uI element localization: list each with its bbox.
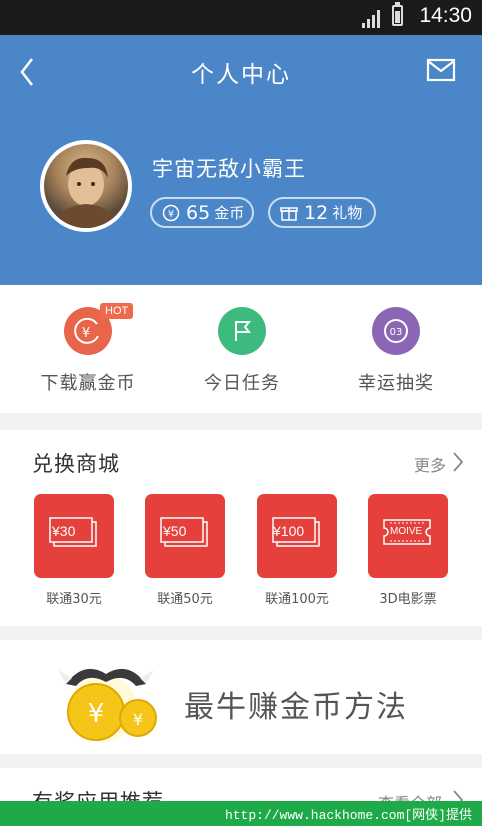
mail-icon[interactable] <box>426 57 456 83</box>
coin-balance-badge[interactable]: ¥ 65 金币 <box>150 197 254 228</box>
profile-header: 个人中心 宇宙无敌小霸王 ¥ 65 金币 12 礼物 <box>0 35 482 285</box>
signal-icon <box>362 10 380 28</box>
svg-text:¥: ¥ <box>88 699 105 729</box>
more-link[interactable]: 更多 <box>414 452 446 476</box>
action-daily-tasks[interactable]: 今日任务 <box>172 307 312 395</box>
action-label: 幸运抽奖 <box>358 373 434 394</box>
voucher-tile: ¥30 <box>34 494 114 578</box>
download-coin-icon: ¥ HOT <box>64 303 134 355</box>
shop-item-unicom-100[interactable]: ¥100 联通100元 <box>257 494 337 607</box>
action-label: 今日任务 <box>204 373 280 394</box>
item-caption: 联通50元 <box>157 592 213 607</box>
watermark-text: http://www.hackhome.com[网侠]提供 <box>224 808 472 823</box>
item-caption: 联通30元 <box>46 592 102 607</box>
svg-text:¥: ¥ <box>82 326 90 341</box>
avatar-image <box>44 144 128 228</box>
shop-item-unicom-50[interactable]: ¥50 联通50元 <box>145 494 225 607</box>
voucher-value: ¥30 <box>52 523 76 539</box>
exchange-shop-section: 兑换商城 更多 ¥30 联通30元 ¥50 联通50元 ¥100 联通100元 … <box>0 430 482 626</box>
hot-badge: HOT <box>100 303 134 319</box>
quick-actions: ¥ HOT 下载赢金币 今日任务 03 幸运抽奖 <box>0 285 482 413</box>
voucher-value: ¥50 <box>163 523 187 539</box>
voucher-tile: MOIVE <box>368 494 448 578</box>
item-caption: 联通100元 <box>265 592 329 607</box>
svg-text:¥: ¥ <box>133 710 143 729</box>
action-download-earn[interactable]: ¥ HOT 下载赢金币 <box>18 303 158 395</box>
lottery-ball-icon: 03 <box>372 307 420 355</box>
flag-icon <box>218 307 266 355</box>
avatar[interactable] <box>40 140 132 232</box>
svg-text:¥: ¥ <box>168 209 174 220</box>
action-label: 下载赢金币 <box>40 373 136 394</box>
shop-item-3d-movie-ticket[interactable]: MOIVE 3D电影票 <box>368 494 448 607</box>
gift-balance-badge[interactable]: 12 礼物 <box>268 197 376 228</box>
voucher-value: MOIVE <box>390 526 423 537</box>
gift-unit: 礼物 <box>332 204 363 222</box>
voucher-value: ¥100 <box>273 523 305 539</box>
voucher-tile: ¥100 <box>257 494 337 578</box>
svg-text:03: 03 <box>390 327 403 338</box>
gift-icon <box>280 206 298 221</box>
item-caption: 3D电影票 <box>379 592 437 607</box>
coin-count: 65 <box>186 201 211 224</box>
coins-mascot-icon: ¥ ¥ <box>58 668 157 742</box>
status-bar: 14:30 <box>0 0 482 35</box>
chevron-right-icon[interactable] <box>452 450 464 474</box>
action-lucky-draw[interactable]: 03 幸运抽奖 <box>326 307 466 395</box>
earn-coins-banner[interactable]: ¥ ¥ 最牛赚金币方法 <box>0 640 482 754</box>
voucher-tile: ¥50 <box>145 494 225 578</box>
section-title: 兑换商城 <box>32 452 120 476</box>
yuan-coin-icon: ¥ <box>162 204 180 221</box>
gift-count: 12 <box>304 201 329 224</box>
coin-unit: 金币 <box>214 204 245 222</box>
clock: 14:30 <box>419 4 472 27</box>
watermark-bar: http://www.hackhome.com[网侠]提供 <box>0 801 482 826</box>
screen: 14:30 个人中心 宇宙无敌小霸王 ¥ 65 金币 12 礼物 ¥ HOT 下… <box>0 0 482 826</box>
username: 宇宙无敌小霸王 <box>152 157 306 181</box>
promo-text: 最牛赚金币方法 <box>184 690 408 725</box>
page-title: 个人中心 <box>191 62 291 88</box>
shop-item-unicom-30[interactable]: ¥30 联通30元 <box>34 494 114 607</box>
battery-icon <box>392 2 403 26</box>
